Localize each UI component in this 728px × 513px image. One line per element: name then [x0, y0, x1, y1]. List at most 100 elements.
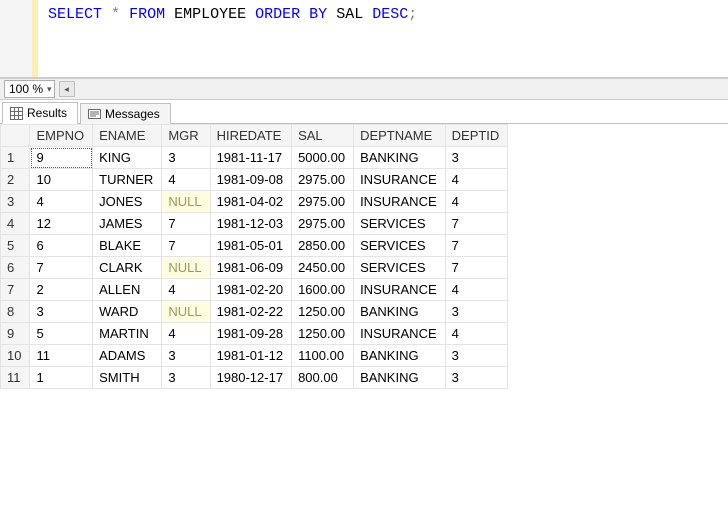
- column-header[interactable]: DEPTID: [445, 125, 508, 147]
- cell[interactable]: 1981-04-02: [210, 191, 292, 213]
- cell[interactable]: 9: [30, 147, 93, 169]
- cell[interactable]: 7: [162, 235, 210, 257]
- cell[interactable]: 3: [445, 345, 508, 367]
- cell[interactable]: 1981-05-01: [210, 235, 292, 257]
- table-row[interactable]: 56BLAKE71981-05-012850.00SERVICES7: [1, 235, 508, 257]
- cell[interactable]: 2975.00: [292, 191, 354, 213]
- cell[interactable]: NULL: [162, 257, 210, 279]
- cell[interactable]: 3: [162, 367, 210, 389]
- cell[interactable]: INSURANCE: [354, 169, 446, 191]
- table-row[interactable]: 34JONESNULL1981-04-022975.00INSURANCE4: [1, 191, 508, 213]
- column-header[interactable]: ENAME: [93, 125, 162, 147]
- cell[interactable]: 1: [30, 367, 93, 389]
- cell[interactable]: 800.00: [292, 367, 354, 389]
- column-header[interactable]: SAL: [292, 125, 354, 147]
- cell[interactable]: 2450.00: [292, 257, 354, 279]
- table-row[interactable]: 72ALLEN41981-02-201600.00INSURANCE4: [1, 279, 508, 301]
- cell[interactable]: 1250.00: [292, 323, 354, 345]
- cell[interactable]: 7: [162, 213, 210, 235]
- cell[interactable]: 7: [445, 257, 508, 279]
- cell[interactable]: 4: [162, 323, 210, 345]
- cell[interactable]: NULL: [162, 191, 210, 213]
- cell[interactable]: 3: [445, 147, 508, 169]
- cell[interactable]: INSURANCE: [354, 279, 446, 301]
- cell[interactable]: ADAMS: [93, 345, 162, 367]
- table-row[interactable]: 210TURNER41981-09-082975.00INSURANCE4: [1, 169, 508, 191]
- cell[interactable]: 4: [162, 279, 210, 301]
- cell[interactable]: 7: [445, 213, 508, 235]
- cell[interactable]: 2: [30, 279, 93, 301]
- cell[interactable]: 4: [30, 191, 93, 213]
- cell[interactable]: 3: [30, 301, 93, 323]
- cell[interactable]: SMITH: [93, 367, 162, 389]
- cell[interactable]: 4: [445, 191, 508, 213]
- cell[interactable]: MARTIN: [93, 323, 162, 345]
- grid-corner[interactable]: [1, 125, 30, 147]
- cell[interactable]: 1981-09-28: [210, 323, 292, 345]
- cell[interactable]: 1980-12-17: [210, 367, 292, 389]
- cell[interactable]: 6: [30, 235, 93, 257]
- cell[interactable]: JONES: [93, 191, 162, 213]
- tab-results[interactable]: Results: [2, 102, 78, 124]
- cell[interactable]: TURNER: [93, 169, 162, 191]
- cell[interactable]: ALLEN: [93, 279, 162, 301]
- row-header[interactable]: 3: [1, 191, 30, 213]
- cell[interactable]: 7: [445, 235, 508, 257]
- cell[interactable]: INSURANCE: [354, 191, 446, 213]
- cell[interactable]: 4: [445, 323, 508, 345]
- table-row[interactable]: 1011ADAMS31981-01-121100.00BANKING3: [1, 345, 508, 367]
- row-header[interactable]: 4: [1, 213, 30, 235]
- cell[interactable]: KING: [93, 147, 162, 169]
- cell[interactable]: 1981-09-08: [210, 169, 292, 191]
- cell[interactable]: 2975.00: [292, 169, 354, 191]
- cell[interactable]: WARD: [93, 301, 162, 323]
- cell[interactable]: 10: [30, 169, 93, 191]
- table-row[interactable]: 67CLARKNULL1981-06-092450.00SERVICES7: [1, 257, 508, 279]
- row-header[interactable]: 10: [1, 345, 30, 367]
- row-header[interactable]: 7: [1, 279, 30, 301]
- cell[interactable]: BLAKE: [93, 235, 162, 257]
- row-header[interactable]: 11: [1, 367, 30, 389]
- scroll-left-button[interactable]: ◂: [59, 81, 75, 97]
- column-header[interactable]: HIREDATE: [210, 125, 292, 147]
- cell[interactable]: SERVICES: [354, 235, 446, 257]
- column-header[interactable]: MGR: [162, 125, 210, 147]
- table-row[interactable]: 95MARTIN41981-09-281250.00INSURANCE4: [1, 323, 508, 345]
- cell[interactable]: 3: [445, 301, 508, 323]
- row-header[interactable]: 1: [1, 147, 30, 169]
- table-row[interactable]: 111SMITH31980-12-17800.00BANKING3: [1, 367, 508, 389]
- column-header[interactable]: EMPNO: [30, 125, 93, 147]
- cell[interactable]: SERVICES: [354, 257, 446, 279]
- cell[interactable]: 1981-06-09: [210, 257, 292, 279]
- cell[interactable]: 1981-01-12: [210, 345, 292, 367]
- cell[interactable]: CLARK: [93, 257, 162, 279]
- cell[interactable]: 3: [445, 367, 508, 389]
- cell[interactable]: SERVICES: [354, 213, 446, 235]
- cell[interactable]: 1981-11-17: [210, 147, 292, 169]
- cell[interactable]: 4: [162, 169, 210, 191]
- cell[interactable]: 11: [30, 345, 93, 367]
- cell[interactable]: 1981-12-03: [210, 213, 292, 235]
- cell[interactable]: 3: [162, 345, 210, 367]
- row-header[interactable]: 6: [1, 257, 30, 279]
- cell[interactable]: NULL: [162, 301, 210, 323]
- cell[interactable]: 5000.00: [292, 147, 354, 169]
- tab-messages[interactable]: Messages: [80, 103, 171, 124]
- cell[interactable]: 5: [30, 323, 93, 345]
- cell[interactable]: 7: [30, 257, 93, 279]
- cell[interactable]: INSURANCE: [354, 323, 446, 345]
- row-header[interactable]: 2: [1, 169, 30, 191]
- cell[interactable]: BANKING: [354, 301, 446, 323]
- cell[interactable]: 3: [162, 147, 210, 169]
- cell[interactable]: 12: [30, 213, 93, 235]
- cell[interactable]: 1100.00: [292, 345, 354, 367]
- cell[interactable]: BANKING: [354, 147, 446, 169]
- table-row[interactable]: 412JAMES71981-12-032975.00SERVICES7: [1, 213, 508, 235]
- cell[interactable]: 1981-02-20: [210, 279, 292, 301]
- table-row[interactable]: 83WARDNULL1981-02-221250.00BANKING3: [1, 301, 508, 323]
- row-header[interactable]: 8: [1, 301, 30, 323]
- results-grid[interactable]: EMPNOENAMEMGRHIREDATESALDEPTNAMEDEPTID19…: [0, 124, 508, 389]
- cell[interactable]: 1600.00: [292, 279, 354, 301]
- table-row[interactable]: 19KING31981-11-175000.00BANKING3: [1, 147, 508, 169]
- cell[interactable]: 4: [445, 169, 508, 191]
